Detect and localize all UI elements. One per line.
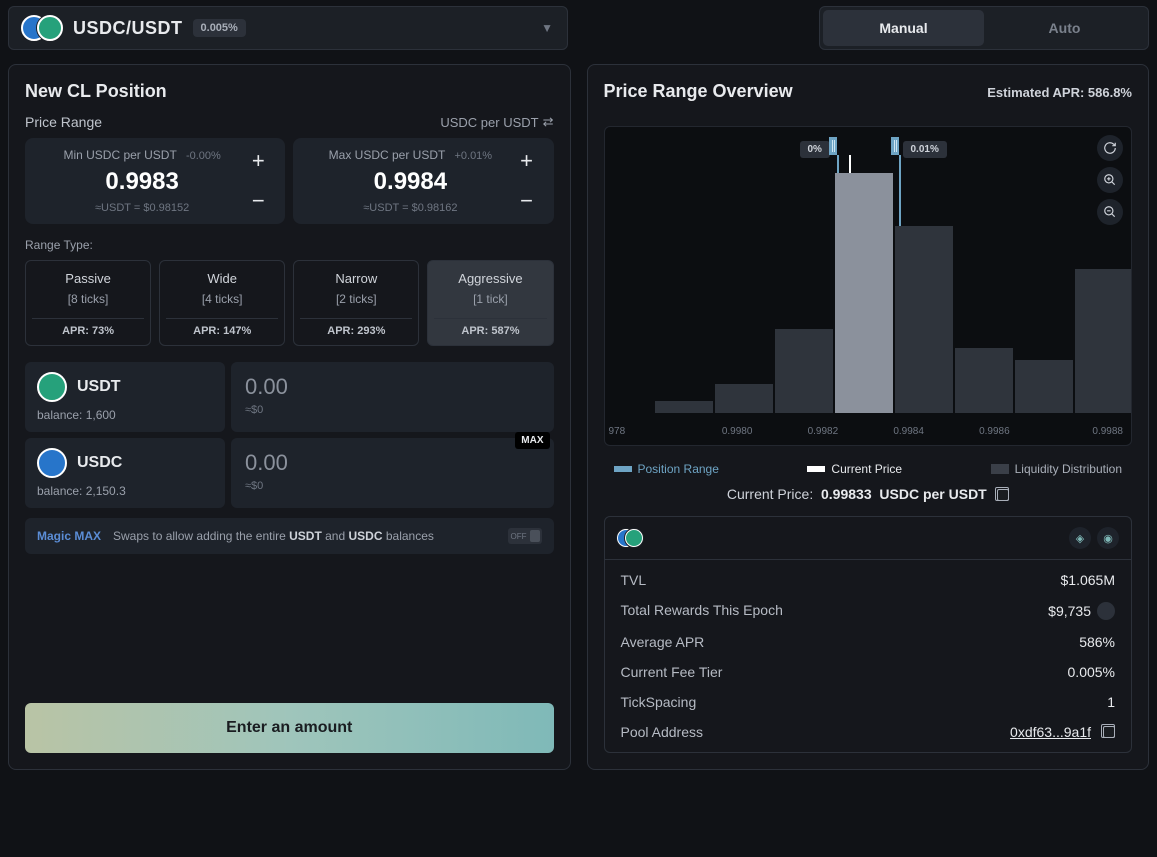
swap-icon: ⇄ — [543, 114, 554, 130]
min-price-value[interactable]: 0.9983 — [39, 168, 245, 196]
external-link-icon[interactable]: ◉ — [1097, 527, 1119, 549]
range-handle-left[interactable] — [829, 137, 837, 155]
range-type-narrow[interactable]: Narrow [2 ticks] APR: 293% — [293, 260, 419, 346]
max-price-label: Max USDC per USDT +0.01% — [307, 148, 513, 162]
min-price-box: Min USDC per USDT -0.00% 0.9983 ≈USDT = … — [25, 138, 285, 224]
liquidity-bar — [1015, 360, 1073, 413]
token-b-row: MAX USDC balance: 2,150.3 0.00 ≈$0 — [25, 438, 554, 508]
token-b-approx: ≈$0 — [245, 480, 540, 492]
price-overview-panel: Price Range Overview Estimated APR: 586.… — [587, 64, 1150, 770]
price-range-label: Price Range — [25, 114, 102, 130]
liquidity-bar — [655, 401, 713, 413]
liquidity-bar — [895, 226, 953, 413]
range-type-wide[interactable]: Wide [4 ticks] APR: 147% — [159, 260, 285, 346]
mode-auto-button[interactable]: Auto — [984, 10, 1145, 46]
token-a-balance: balance: 1,600 — [37, 408, 213, 422]
max-price-box: Max USDC per USDT +0.01% 0.9984 ≈USDT = … — [293, 138, 553, 224]
liquidity-chart[interactable]: 0% 0.01% 978 0.9980 0.9982 0.9984 0.9986… — [604, 126, 1133, 446]
min-price-approx: ≈USDT = $0.98152 — [39, 202, 245, 214]
max-button[interactable]: MAX — [515, 432, 549, 449]
max-delta: +0.01% — [454, 150, 492, 162]
range-type-aggressive[interactable]: Aggressive [1 tick] APR: 587% — [427, 260, 553, 346]
liquidity-bar — [715, 384, 773, 413]
per-token-text: USDC per USDT — [440, 115, 538, 130]
stat-fee-tier: Current Fee Tier0.005% — [621, 664, 1116, 680]
pair-token-icons — [21, 15, 63, 41]
stat-rewards: Total Rewards This Epoch $9,735 — [621, 602, 1116, 620]
min-delta: -0.00% — [186, 150, 221, 162]
token-a-name: USDT — [77, 378, 121, 396]
range-type-label: Range Type: — [25, 238, 554, 252]
token-b-name: USDC — [77, 454, 122, 472]
magic-max-row: Magic MAX Swaps to allow adding the enti… — [25, 518, 554, 554]
legend-liquidity: Liquidity Distribution — [1015, 462, 1122, 476]
chart-legend: Position Range Current Price Liquidity D… — [604, 458, 1133, 486]
overview-title: Price Range Overview — [604, 81, 793, 102]
mode-manual-button[interactable]: Manual — [823, 10, 984, 46]
current-price-display: Current Price: 0.99833 USDC per USDT — [604, 486, 1133, 502]
liquidity-bar — [835, 173, 893, 413]
liquidity-bar — [775, 329, 833, 413]
token-b-balance: balance: 2,150.3 — [37, 484, 213, 498]
token-a-row: USDT balance: 1,600 0.00 ≈$0 — [25, 362, 554, 432]
price-direction-toggle[interactable]: USDC per USDT ⇄ — [440, 114, 553, 130]
chevron-down-icon: ▼ — [541, 21, 553, 35]
liquidity-bar — [1075, 269, 1133, 413]
new-position-panel: New CL Position Price Range USDC per USD… — [8, 64, 571, 770]
pool-info-panel: ◈ ◉ TVL$1.065M Total Rewards This Epoch … — [604, 516, 1133, 753]
max-price-minus-button[interactable]: − — [514, 188, 540, 214]
range-handle-right[interactable] — [891, 137, 899, 155]
explorer-icon[interactable]: ◈ — [1069, 527, 1091, 549]
magic-max-label[interactable]: Magic MAX — [37, 529, 101, 543]
usdt-icon — [625, 529, 643, 547]
pool-token-icons — [617, 529, 643, 547]
usdt-icon — [37, 372, 67, 402]
pair-name: USDC/USDT — [73, 18, 183, 39]
estimated-apr: Estimated APR: 586.8% — [987, 85, 1132, 100]
usdc-icon — [37, 448, 67, 478]
usdt-icon — [37, 15, 63, 41]
magic-max-desc: Swaps to allow adding the entire USDT an… — [113, 529, 434, 543]
stat-pool-address: Pool Address 0xdf63...9a1f — [621, 724, 1116, 740]
stat-apr: Average APR586% — [621, 634, 1116, 650]
legend-current-price: Current Price — [831, 462, 902, 476]
max-price-plus-button[interactable]: + — [514, 148, 540, 174]
min-price-minus-button[interactable]: − — [245, 188, 271, 214]
copy-icon[interactable] — [997, 489, 1009, 501]
max-price-value[interactable]: 0.9984 — [307, 168, 513, 196]
token-a-amount-input[interactable]: 0.00 ≈$0 — [231, 362, 554, 432]
pair-selector[interactable]: USDC/USDT 0.005% ▼ — [8, 6, 568, 50]
fee-badge: 0.005% — [193, 19, 246, 37]
mode-switch: Manual Auto — [819, 6, 1149, 50]
range-type-passive[interactable]: Passive [8 ticks] APR: 73% — [25, 260, 151, 346]
min-price-label: Min USDC per USDT -0.00% — [39, 148, 245, 162]
min-price-plus-button[interactable]: + — [245, 148, 271, 174]
magic-max-toggle[interactable]: OFF — [508, 528, 542, 544]
chart-x-axis: 978 0.9980 0.9982 0.9984 0.9986 0.9988 — [605, 426, 1132, 437]
token-b-amount-input[interactable]: 0.00 ≈$0 — [231, 438, 554, 508]
panel-title: New CL Position — [25, 81, 554, 102]
legend-position-range: Position Range — [638, 462, 719, 476]
liquidity-bar — [955, 348, 1013, 413]
copy-icon[interactable] — [1103, 726, 1115, 738]
max-price-approx: ≈USDT = $0.98162 — [307, 202, 513, 214]
stat-tick-spacing: TickSpacing1 — [621, 694, 1116, 710]
reward-token-icon — [1097, 602, 1115, 620]
pool-address-link[interactable]: 0xdf63...9a1f — [1010, 724, 1091, 740]
submit-button[interactable]: Enter an amount — [25, 703, 554, 753]
chart-bars — [605, 155, 1132, 413]
token-a-approx: ≈$0 — [245, 404, 540, 416]
stat-tvl: TVL$1.065M — [621, 572, 1116, 588]
